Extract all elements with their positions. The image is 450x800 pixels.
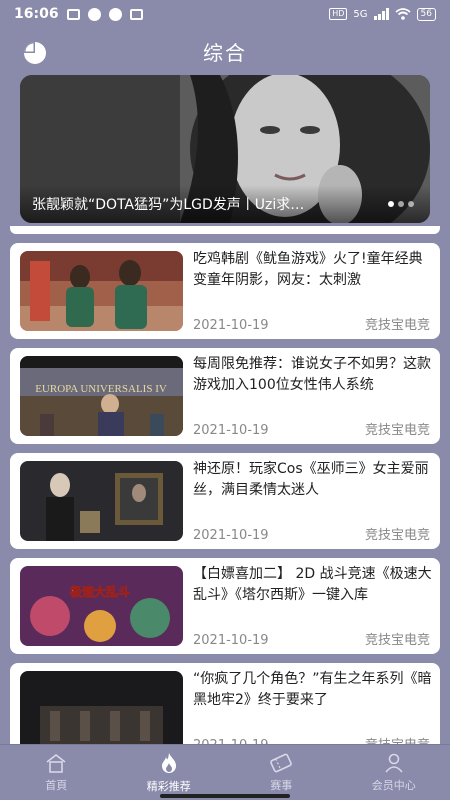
carousel-dot (398, 201, 404, 207)
ticket-icon (270, 753, 293, 772)
article-source: 竞技宝电竞 (365, 734, 430, 744)
article-source: 竞技宝电竞 (364, 423, 430, 438)
previous-card-edge (10, 226, 440, 234)
signal-label: 5G (353, 8, 368, 20)
thumbnail-title-text: 极速大乱斗 (70, 584, 130, 599)
article-feed[interactable]: 吃鸡韩剧《鱿鱼游戏》火了!童年经典变童年阴影，网友：太刺激 2021-10-19… (0, 226, 450, 744)
hd-indicator: HD (329, 8, 348, 20)
article-title: 神还原！玩家Cos《巫师三》女主爱丽丝，满目柔情太迷人 (193, 461, 429, 498)
article-thumbnail: EUROPA UNIVERSALIS IV (20, 356, 183, 436)
thumbnail-title-text: EUROPA UNIVERSALIS IV (35, 383, 167, 395)
status-time: 16:06 (14, 6, 59, 22)
home-icon (46, 753, 66, 773)
tab-home[interactable]: 首頁 (0, 745, 113, 800)
app-notification-icon (87, 7, 101, 21)
article-thumbnail (20, 461, 183, 541)
article-card[interactable]: “你疯了几个角色？”有生之年系列《暗黑地牢2》终于要来了 2021-10-19 … (10, 663, 440, 744)
pie-chart-icon[interactable] (22, 40, 48, 66)
article-date: 2021-10-19 (193, 633, 269, 648)
tab-events[interactable]: 赛事 (225, 745, 338, 800)
article-card[interactable]: 极速大乱斗 【白嫖喜加二】 2D 战斗竞速《极速大乱斗》《塔尔西斯》一键入库 2… (10, 558, 440, 654)
tab-label: 首頁 (45, 778, 68, 792)
flame-icon (161, 752, 176, 773)
page-title: 综合 (203, 40, 247, 65)
tab-member-center[interactable]: 会员中心 (338, 745, 450, 800)
article-date: 2021-10-19 (193, 423, 269, 438)
user-icon (385, 753, 403, 773)
banner-carousel[interactable]: 张靓颖就“DOTA猛犸”为LGD发声丨Uzi求… (20, 75, 430, 223)
signal-icon (373, 8, 389, 20)
carousel-dot (408, 201, 414, 207)
tab-label: 精彩推荐 (146, 779, 191, 793)
banner-caption: 张靓颖就“DOTA猛犸”为LGD发声丨Uzi求… (20, 185, 430, 223)
article-source: 竞技宝电竞 (364, 318, 430, 333)
status-bar: 16:06 HD 5G 56 (0, 0, 450, 28)
tab-label: 会员中心 (371, 778, 416, 792)
article-title: 每周限免推荐：谁说女子不如男？这款游戏加入100位女性伟人系统 (193, 356, 431, 393)
article-title: 吃鸡韩剧《鱿鱼游戏》火了!童年经典变童年阴影，网友：太刺激 (193, 251, 423, 288)
article-source: 竞技宝电竞 (364, 633, 430, 648)
article-card[interactable]: EUROPA UNIVERSALIS IV 每周限免推荐：谁说女子不如男？这款游… (10, 348, 440, 444)
article-title: “你疯了几个角色？”有生之年系列《暗黑地牢2》终于要来了 (193, 671, 432, 708)
tab-recommended[interactable]: 精彩推荐 (113, 745, 226, 800)
article-date: 2021-10-19 (193, 528, 269, 543)
article-source: 竞技宝电竞 (364, 528, 430, 543)
wifi-icon (394, 8, 411, 20)
header: 综合 (0, 28, 450, 74)
tab-label: 赛事 (270, 778, 293, 792)
bottom-tab-bar: 首頁 精彩推荐 赛事 会员中心 (0, 744, 450, 800)
home-indicator (160, 794, 290, 798)
carousel-dot (388, 201, 394, 207)
article-card[interactable]: 神还原！玩家Cos《巫师三》女主爱丽丝，满目柔情太迷人 2021-10-19 竞… (10, 453, 440, 549)
battery-icon: 56 (416, 7, 436, 21)
article-title: 【白嫖喜加二】 2D 战斗竞速《极速大乱斗》《塔尔西斯》一键入库 (193, 566, 432, 603)
gallery-icon (129, 8, 143, 20)
article-thumbnail (20, 251, 183, 331)
article-date: 2021-10-19 (193, 318, 269, 333)
status-left: 16:06 (14, 6, 143, 22)
article-thumbnail (20, 671, 183, 744)
banner-caption-text: 张靓颖就“DOTA猛犸”为LGD发声丨Uzi求… (32, 197, 305, 213)
article-card[interactable]: 吃鸡韩剧《鱿鱼游戏》火了!童年经典变童年阴影，网友：太刺激 2021-10-19… (10, 243, 440, 339)
message-icon (108, 7, 122, 21)
notification-icon (66, 8, 80, 20)
article-thumbnail: 极速大乱斗 (20, 566, 183, 646)
carousel-dots (388, 201, 414, 207)
status-right: HD 5G 56 (329, 7, 436, 21)
